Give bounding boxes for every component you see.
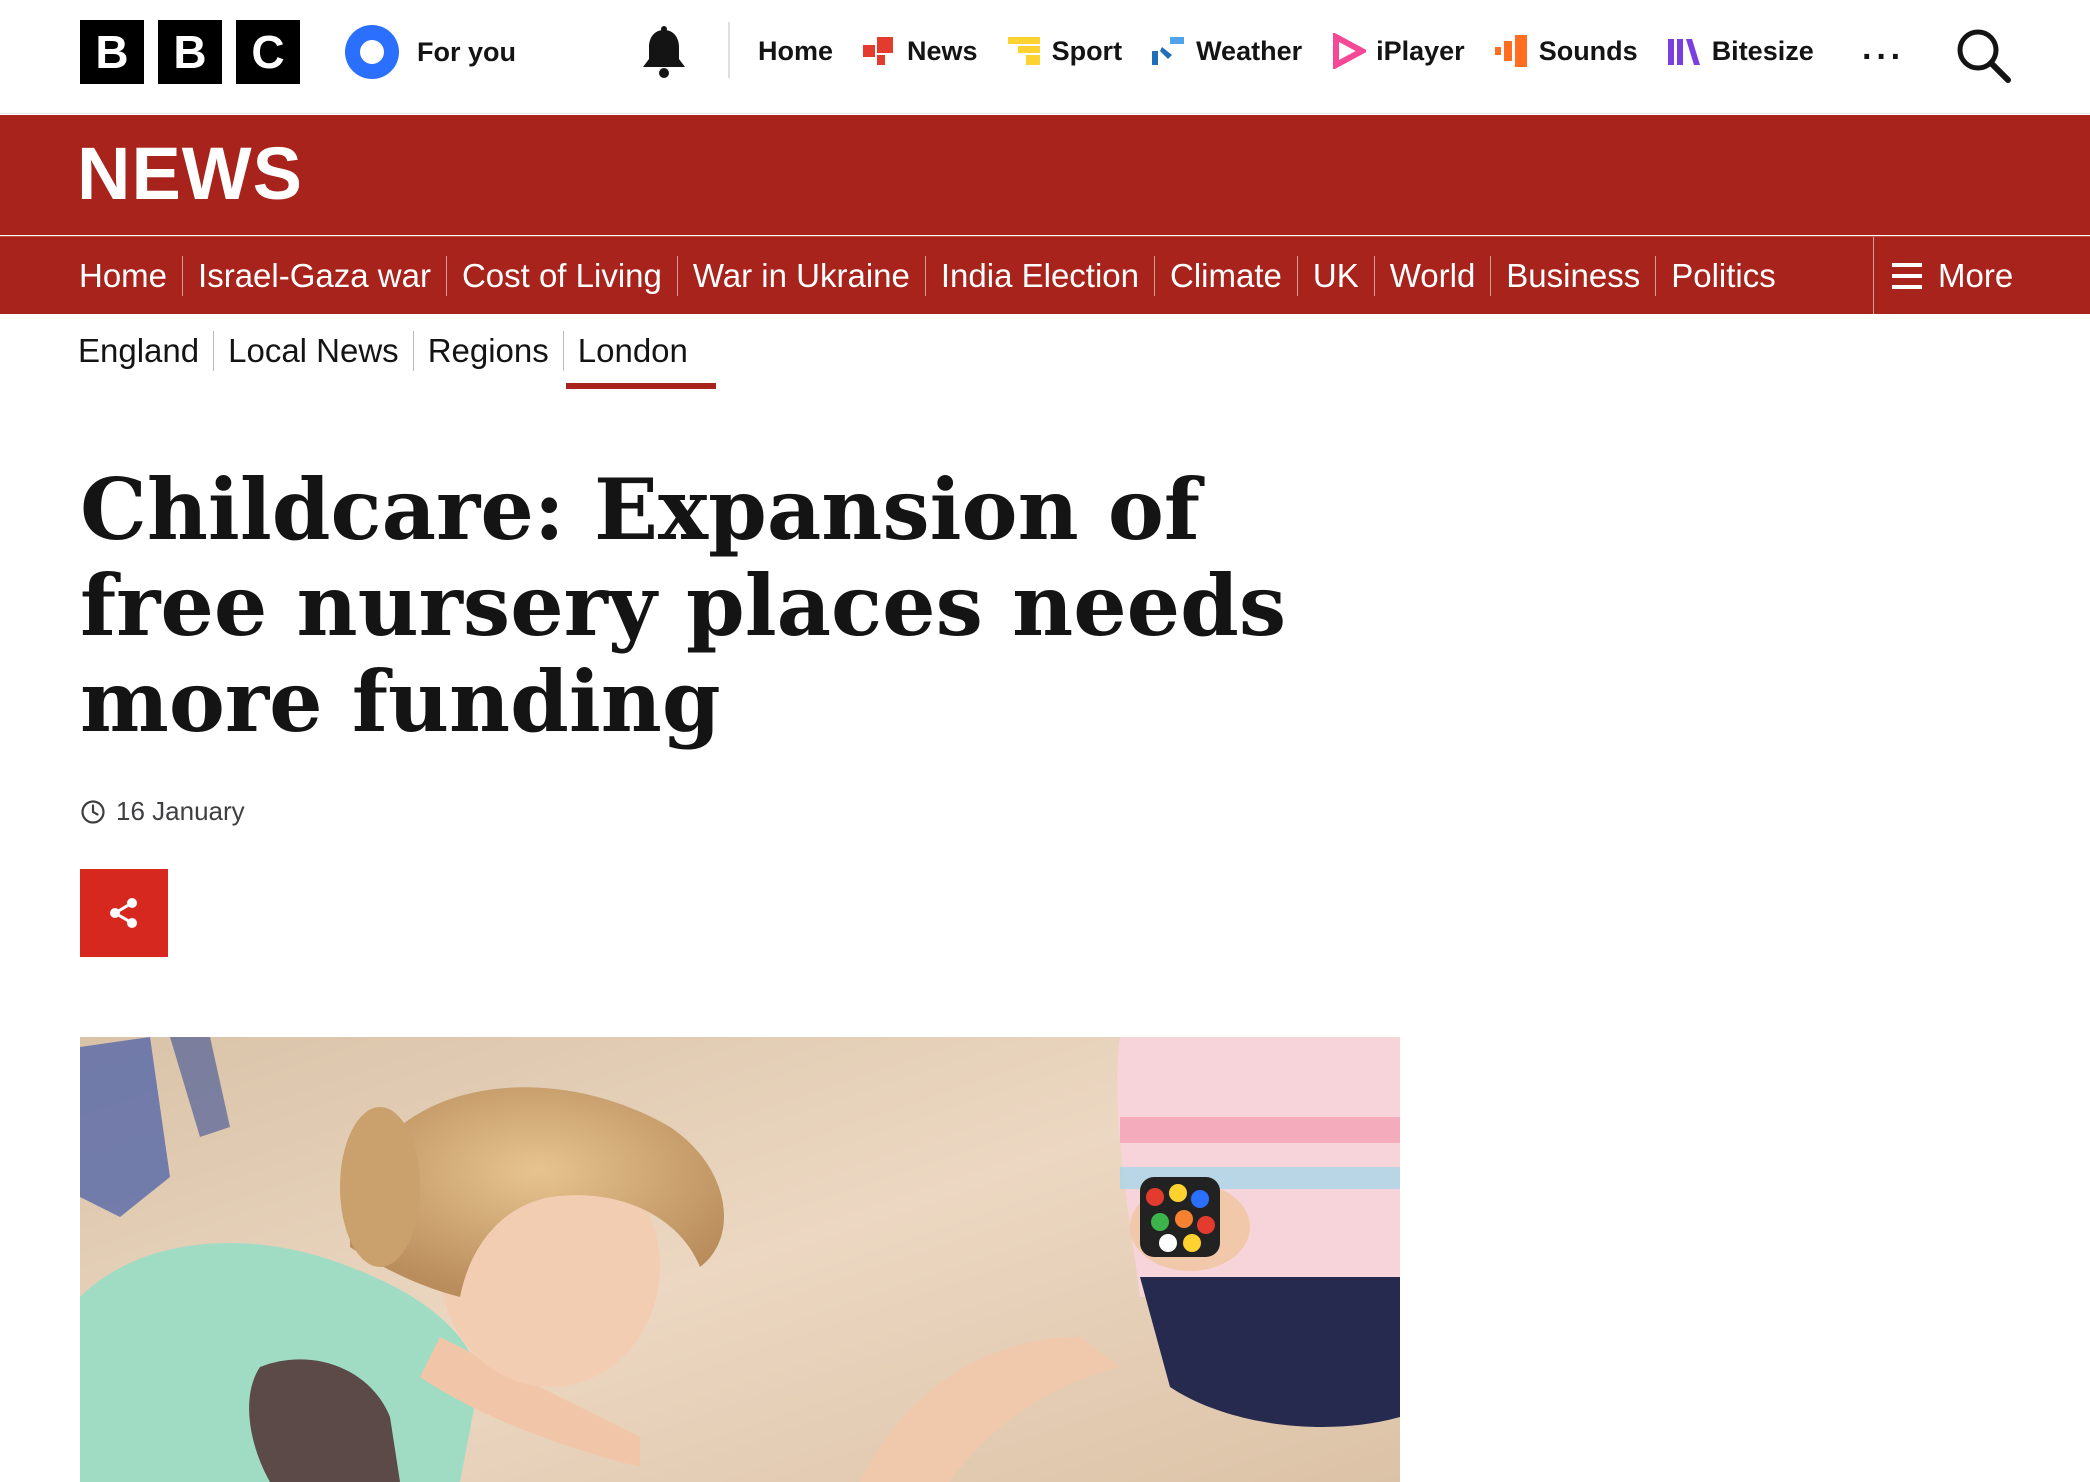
section-nav-item-business[interactable]: Business — [1490, 256, 1655, 296]
nav-divider — [728, 22, 730, 78]
section-nav-item-home[interactable]: Home — [64, 256, 182, 296]
more-services-button[interactable]: ··· — [1862, 38, 1905, 77]
article-dateline: 16 January — [80, 796, 245, 827]
section-nav-item-world[interactable]: World — [1373, 256, 1491, 296]
article-headline: Childcare: Expansion of free nursery pla… — [80, 460, 1287, 751]
hero-photo — [80, 1037, 1400, 1482]
more-menu-label: More — [1938, 257, 2014, 294]
sub-nav-item-england[interactable]: England — [64, 331, 213, 371]
section-nav-item-uk[interactable]: UK — [1296, 256, 1374, 327]
weather-icon — [1152, 37, 1185, 65]
for-you-button[interactable]: For you — [345, 25, 516, 79]
section-nav-item-politics[interactable]: Politics — [1655, 256, 1791, 296]
bitesize-icon — [1667, 39, 1700, 65]
section-nav-item-india-election[interactable]: India Election — [924, 256, 1154, 296]
share-icon — [110, 898, 137, 928]
more-menu-button[interactable]: More — [1873, 237, 2090, 315]
hamburger-icon — [1892, 263, 1922, 289]
sub-nav-item-regions[interactable]: Regions — [412, 331, 563, 371]
service-label: Home — [758, 35, 834, 66]
section-nav-item-war-in-ukraine[interactable]: War in Ukraine — [676, 256, 925, 296]
sport-icon — [1007, 37, 1040, 65]
service-bitesize[interactable]: Bitesize — [1666, 33, 1814, 69]
iplayer-icon — [1333, 33, 1367, 69]
bell-icon[interactable] — [638, 26, 690, 80]
service-weather[interactable]: Weather — [1150, 33, 1302, 69]
bbc-logo[interactable]: B B C — [80, 20, 300, 84]
service-label: Sport — [1051, 35, 1123, 66]
service-label: iPlayer — [1376, 35, 1465, 66]
service-label: Bitesize — [1711, 35, 1814, 66]
service-label: Weather — [1196, 35, 1303, 66]
section-nav-item-cost-of-living[interactable]: Cost of Living — [445, 256, 677, 296]
services-nav: Home News Sport Weather iPlayer Sounds B… — [758, 26, 1842, 76]
share-button[interactable] — [80, 869, 168, 957]
service-label: Sounds — [1538, 35, 1638, 66]
news-icon — [863, 37, 894, 65]
search-icon[interactable] — [1954, 26, 2012, 84]
section-nav-item-climate[interactable]: Climate — [1154, 256, 1297, 296]
user-avatar-icon — [345, 25, 399, 79]
service-news[interactable]: News — [861, 33, 978, 69]
service-sport[interactable]: Sport — [1006, 33, 1123, 69]
service-iplayer[interactable]: iPlayer — [1330, 33, 1465, 69]
section-nav: Home Israel-Gaza war Cost of Living War in … — [0, 236, 2090, 327]
section-nav-items: Home Israel-Gaza war Cost of Living War in … — [64, 237, 1791, 327]
hero-image — [80, 1037, 1400, 1482]
bbc-logo-letter: C — [236, 20, 300, 84]
for-you-label: For you — [417, 36, 516, 67]
global-header: B B C For you Home News Sport Weather iP… — [0, 0, 2090, 114]
bbc-logo-letter: B — [80, 20, 144, 84]
sub-nav: England Local News Regions London — [64, 328, 717, 389]
sub-nav-item-london[interactable]: London — [562, 331, 717, 389]
service-sounds[interactable]: Sounds — [1493, 33, 1638, 69]
service-home[interactable]: Home — [758, 36, 833, 67]
sub-nav-item-local-news[interactable]: Local News — [213, 331, 413, 371]
sounds-icon — [1494, 35, 1527, 67]
service-label: News — [907, 35, 978, 66]
section-nav-item-israel-gaza-war[interactable]: Israel-Gaza war — [182, 256, 446, 296]
clock-icon — [81, 799, 105, 824]
news-banner: NEWS — [0, 115, 2090, 235]
bbc-logo-letter: B — [158, 20, 222, 84]
article-date: 16 January — [116, 796, 245, 826]
news-wordmark[interactable]: NEWS — [77, 131, 303, 216]
